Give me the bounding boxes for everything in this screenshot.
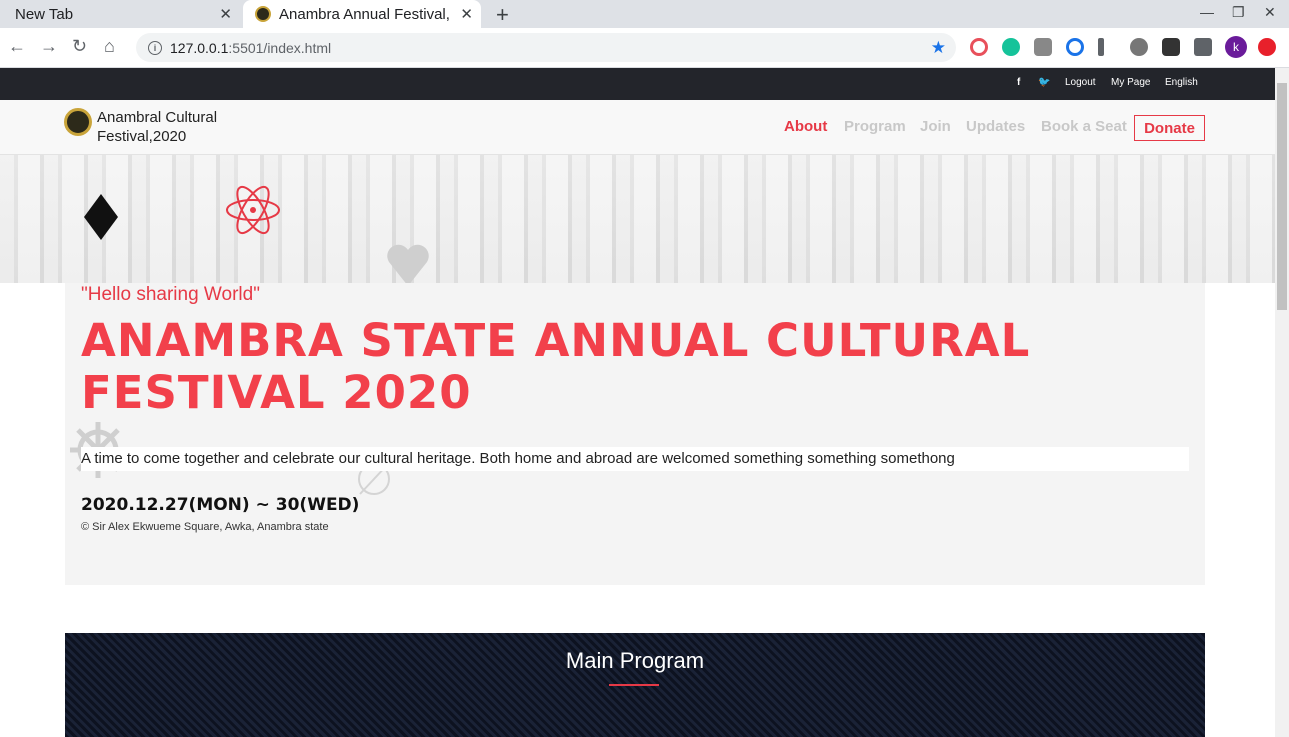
extension-icon[interactable] [1066, 38, 1084, 56]
url-path: :5501/index.html [228, 39, 332, 56]
profile-avatar[interactable]: k [1225, 36, 1247, 58]
nav-program[interactable]: Program [844, 118, 906, 135]
favicon-icon [255, 6, 271, 22]
nav-about[interactable]: About [784, 118, 827, 135]
language-link[interactable]: English [1165, 77, 1198, 88]
diamond-icon [84, 194, 118, 240]
logout-link[interactable]: Logout [1065, 77, 1096, 88]
gear-icon[interactable] [1130, 38, 1148, 56]
browser-tab-bar: New Tab ✕ Anambra Annual Festival, ✕ + —… [0, 0, 1289, 28]
nav-book-a-seat[interactable]: Book a Seat [1041, 118, 1127, 135]
grammarly-icon[interactable] [1002, 38, 1020, 56]
minimize-icon[interactable]: — [1200, 4, 1214, 20]
section-divider [609, 684, 659, 686]
hero-quote: "Hello sharing World" [81, 284, 260, 305]
extension-icon[interactable] [970, 38, 988, 56]
event-venue: © Sir Alex Ekwueme Square, Awka, Anambra… [81, 521, 329, 533]
nav-join[interactable]: Join [920, 118, 951, 135]
event-date: 2020.12.27(MON) ~ 30(WED) [81, 495, 360, 515]
site-header: Anambral Cultural Festival,2020 About Pr… [0, 100, 1275, 155]
url-host: 127.0.0.1 [170, 39, 229, 56]
bookmark-star-icon[interactable]: ★ [931, 38, 946, 58]
main-program-section: Main Program [65, 633, 1205, 737]
logo[interactable] [64, 108, 92, 136]
address-bar[interactable]: i 127.0.0.1:5501/index.html ★ [136, 33, 956, 62]
puzzle-icon[interactable] [1194, 38, 1212, 56]
extension-icon[interactable] [1162, 38, 1180, 56]
tab-new-tab[interactable]: New Tab ✕ [0, 0, 240, 28]
donate-button[interactable]: Donate [1134, 115, 1205, 141]
restore-icon[interactable]: ❐ [1232, 4, 1245, 21]
tab-festival[interactable]: Anambra Annual Festival, ✕ [243, 0, 481, 28]
tab-label: Anambra Annual Festival, [279, 5, 450, 23]
close-icon[interactable]: ✕ [460, 5, 473, 23]
forward-icon[interactable]: → [40, 36, 58, 57]
scrollbar-thumb[interactable] [1277, 83, 1287, 310]
heart-icon [387, 244, 429, 286]
brand-name[interactable]: Anambral Cultural Festival,2020 [97, 108, 257, 146]
reload-icon[interactable]: ↻ [72, 36, 87, 57]
new-tab-button[interactable]: + [496, 2, 509, 28]
window-close-icon[interactable]: ✕ [1264, 4, 1276, 21]
page-title: ANAMBRA STATE ANNUAL CULTURAL FESTIVAL 2… [81, 314, 1031, 419]
hero-background-image [0, 155, 1275, 283]
my-page-link[interactable]: My Page [1111, 77, 1150, 88]
extension-icon[interactable] [1258, 38, 1276, 56]
close-icon[interactable]: ✕ [219, 5, 232, 23]
atom-icon [226, 185, 280, 235]
eyedropper-icon[interactable] [1098, 38, 1104, 56]
twitter-icon[interactable]: 🐦 [1038, 77, 1050, 88]
bug-icon[interactable] [1034, 38, 1052, 56]
home-icon[interactable]: ⌂ [104, 36, 115, 57]
section-title: Main Program [565, 648, 705, 673]
tab-label: New Tab [15, 5, 74, 23]
page-scrollbar[interactable] [1275, 68, 1289, 737]
site-top-bar: f 🐦 Logout My Page English [0, 68, 1275, 100]
hero-description: A time to come together and celebrate ou… [81, 447, 1189, 471]
back-icon[interactable]: ← [8, 36, 26, 57]
facebook-icon[interactable]: f [1017, 77, 1020, 88]
nav-updates[interactable]: Updates [966, 118, 1025, 135]
info-icon[interactable]: i [148, 40, 162, 55]
browser-toolbar: ← → ↻ ⌂ i 127.0.0.1:5501/index.html ★ k [0, 28, 1289, 68]
